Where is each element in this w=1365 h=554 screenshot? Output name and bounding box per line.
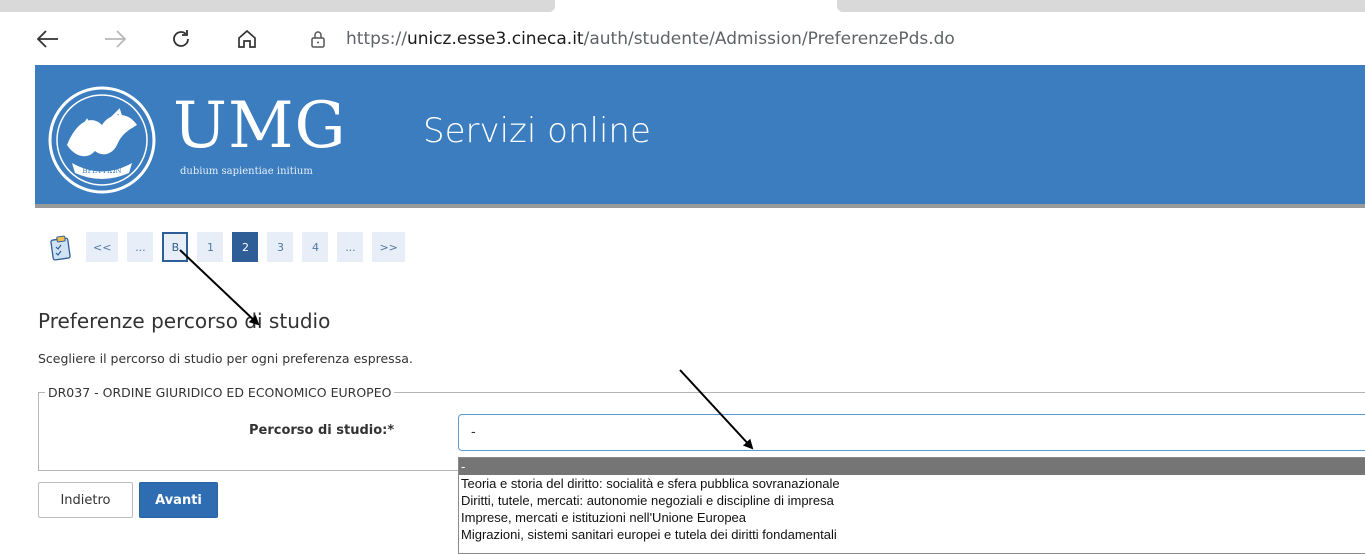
back-button[interactable]: Indietro (38, 482, 133, 518)
browser-tab[interactable] (837, 0, 1365, 12)
step-2-current[interactable]: 2 (232, 232, 259, 262)
step-ellipsis[interactable]: ... (127, 232, 154, 262)
university-seal-logo[interactable]: BPETTIΩN (47, 85, 157, 195)
step-4[interactable]: 4 (302, 232, 329, 262)
page: https://unicz.esse3.cineca.it/auth/stude… (0, 0, 1365, 554)
address-bar[interactable]: https://unicz.esse3.cineca.it/auth/stude… (308, 24, 955, 54)
percorso-select[interactable]: - (458, 414, 1365, 451)
back-arrow-icon[interactable] (33, 24, 63, 54)
step-1[interactable]: 1 (197, 232, 224, 262)
option-item[interactable]: Diritti, tutele, mercati: autonomie nego… (459, 492, 1365, 509)
svg-text:BPETTIΩN: BPETTIΩN (82, 167, 121, 175)
browser-tab[interactable] (0, 0, 555, 12)
option-item[interactable]: - (459, 458, 1365, 475)
reload-icon[interactable] (166, 24, 196, 54)
lock-icon[interactable] (308, 29, 328, 49)
next-button[interactable]: Avanti (139, 482, 218, 518)
url-text: https://unicz.esse3.cineca.it/auth/stude… (346, 29, 955, 49)
step-ellipsis[interactable]: ... (337, 232, 364, 262)
url-path: /auth/studente/Admission/PreferenzePds.d… (583, 29, 955, 49)
step-navigation: << ... B 1 2 3 4 ... >> (50, 232, 414, 272)
option-item[interactable]: Imprese, mercati e istituzioni nell'Unio… (459, 509, 1365, 526)
logo-motto: dubium sapientiae initium (180, 166, 313, 177)
browser-toolbar: https://unicz.esse3.cineca.it/auth/stude… (0, 12, 1365, 64)
page-description: Scegliere il percorso di studio per ogni… (38, 351, 413, 366)
option-item[interactable]: Migrazioni, sistemi sanitari europei e t… (459, 526, 1365, 543)
browser-tab-strip (0, 0, 1365, 12)
percorso-field-label: Percorso di studio:* (249, 423, 395, 438)
header-divider (35, 204, 1365, 208)
logo-text: UMG (173, 89, 347, 163)
site-header: BPETTIΩN UMG dubium sapientiae initium S… (35, 65, 1365, 208)
url-scheme: https:// (346, 29, 407, 49)
option-item[interactable]: Teoria e storia del diritto: socialità e… (459, 475, 1365, 492)
service-title: Servizi online (423, 111, 651, 151)
url-host: unicz.esse3.cineca.it (406, 29, 584, 49)
step-first[interactable]: << (86, 232, 119, 262)
percorso-options-list: - Teoria e storia del diritto: socialità… (458, 457, 1365, 554)
clipboard-checklist-icon (50, 235, 71, 261)
forward-arrow-icon[interactable] (100, 24, 130, 54)
page-title: Preferenze percorso di studio (38, 309, 331, 333)
step-3[interactable]: 3 (267, 232, 294, 262)
fieldset-legend: DR037 - ORDINE GIURIDICO ED ECONOMICO EU… (48, 385, 392, 400)
home-icon[interactable] (232, 24, 262, 54)
step-last[interactable]: >> (372, 232, 405, 262)
step-b[interactable]: B (162, 232, 189, 262)
